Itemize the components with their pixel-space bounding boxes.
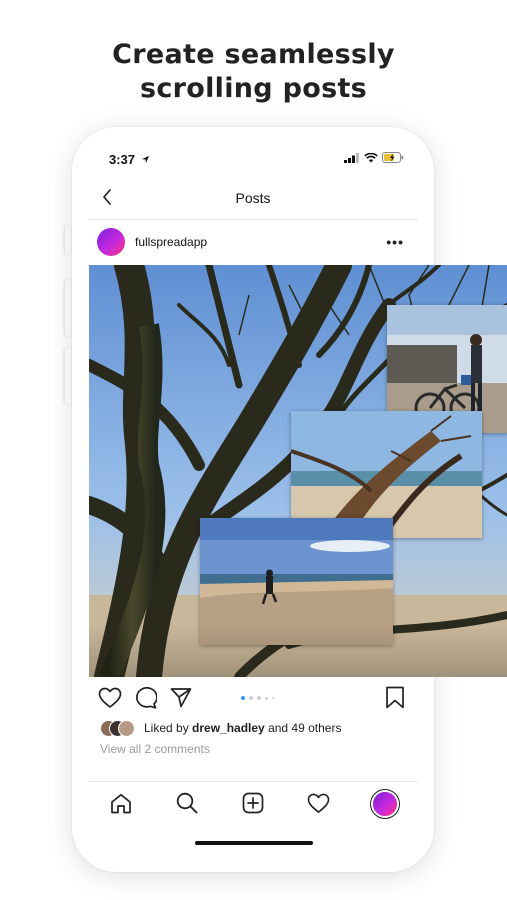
likes-row: Liked by drew_hadley and 49 others	[100, 719, 341, 737]
status-time-text: 3:37	[109, 152, 136, 167]
phone-volume-up-button	[65, 280, 71, 336]
home-icon[interactable]	[110, 793, 132, 814]
likes-prefix: Liked by	[144, 721, 193, 735]
paper-plane-icon[interactable]	[170, 687, 192, 708]
plus-square-icon[interactable]	[242, 792, 264, 814]
activity-heart-icon[interactable]	[307, 793, 330, 814]
headline-line-2: scrolling posts	[139, 73, 368, 104]
carousel-dot	[272, 697, 274, 699]
profile-avatar-icon[interactable]	[373, 792, 397, 816]
driftwood-shadow-overlay	[89, 625, 507, 677]
post-username[interactable]: fullspreadapp	[135, 235, 207, 249]
phone-volume-down-button	[65, 348, 71, 404]
page-title: Posts	[235, 190, 271, 206]
carousel-indicator	[241, 696, 274, 700]
wifi-icon	[364, 152, 378, 162]
status-bar: 3:37	[88, 141, 418, 177]
likes-suffix[interactable]: and 49 others	[265, 721, 341, 735]
more-dots-icon[interactable]: •••	[386, 234, 404, 250]
home-indicator	[195, 841, 313, 845]
avatar[interactable]	[97, 228, 125, 256]
likes-text: Liked by drew_hadley and 49 others	[144, 721, 341, 735]
liker-avatars	[100, 720, 144, 737]
status-time: 3:37	[109, 152, 150, 167]
post-actions	[88, 681, 418, 717]
bookmark-icon[interactable]	[385, 686, 405, 709]
location-arrow-icon	[141, 155, 149, 164]
heart-icon[interactable]	[98, 687, 122, 709]
liker-avatar[interactable]	[118, 720, 135, 737]
view-comments-link[interactable]: View all 2 comments	[100, 742, 210, 756]
headline: Create seamlessly scrolling posts	[0, 38, 507, 106]
carousel-dot-active	[241, 696, 245, 700]
cellular-signal-icon	[344, 152, 359, 163]
phone-silent-switch	[65, 225, 71, 255]
post-header: fullspreadapp •••	[88, 220, 418, 265]
carousel-dot	[249, 696, 253, 700]
carousel-dot	[257, 696, 261, 700]
carousel-dot	[265, 696, 268, 700]
battery-charging-icon	[382, 152, 404, 163]
post-photo-collage[interactable]	[89, 265, 507, 677]
likes-user[interactable]: drew_hadley	[192, 721, 265, 735]
status-icons	[344, 152, 404, 163]
comment-bubble-icon[interactable]	[134, 687, 157, 709]
nav-bar: Posts	[88, 177, 418, 220]
tab-bar	[88, 781, 418, 826]
headline-line-1: Create seamlessly	[112, 39, 395, 70]
search-icon[interactable]	[176, 792, 198, 814]
